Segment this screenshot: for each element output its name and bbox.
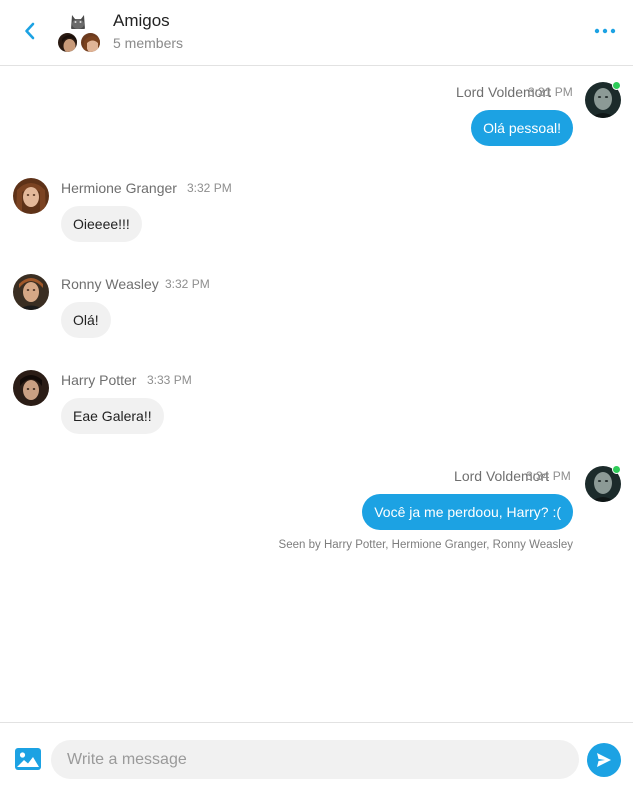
message-bubble: Eae Galera!! [61, 398, 164, 434]
message-bubble: Oieeee!!! [61, 206, 142, 242]
message-time: 3:31 PM [528, 85, 573, 99]
chevron-left-icon [25, 22, 35, 40]
group-avatar-hermione [79, 31, 102, 54]
sender-name: Hermione Granger [61, 180, 177, 196]
avatar[interactable] [13, 274, 49, 310]
more-options-button[interactable] [592, 24, 618, 38]
group-avatar[interactable] [56, 9, 104, 55]
message-time: 3:33 PM [147, 373, 192, 387]
message-composer [0, 722, 633, 790]
send-icon [597, 753, 611, 767]
group-avatar-harry [56, 31, 79, 54]
avatar[interactable] [13, 178, 49, 214]
online-status-dot [612, 81, 621, 90]
message-input[interactable] [51, 740, 579, 779]
attach-image-button[interactable] [14, 747, 42, 771]
chat-header: Amigos 5 members [0, 0, 633, 66]
message-time: 3:32 PM [165, 277, 210, 291]
more-horizontal-icon [594, 28, 616, 34]
message-time: 3:32 PM [187, 181, 232, 195]
message-bubble: Olá! [61, 302, 111, 338]
image-icon [15, 748, 41, 770]
back-button[interactable] [18, 18, 42, 44]
sender-name: Ronny Weasley [61, 276, 159, 292]
group-avatar-wolf [67, 9, 89, 31]
message-bubble: Você ja me perdoou, Harry? :( [362, 494, 573, 530]
seen-receipt: Seen by Harry Potter, Hermione Granger, … [278, 539, 573, 551]
send-button[interactable] [587, 743, 621, 777]
avatar[interactable] [13, 370, 49, 406]
group-title: Amigos [113, 11, 170, 30]
sender-name: Harry Potter [61, 372, 137, 388]
member-count: 5 members [113, 35, 184, 51]
online-status-dot [612, 465, 621, 474]
message-time: 3:34 PM [526, 469, 571, 483]
message-bubble: Olá pessoal! [471, 110, 573, 146]
